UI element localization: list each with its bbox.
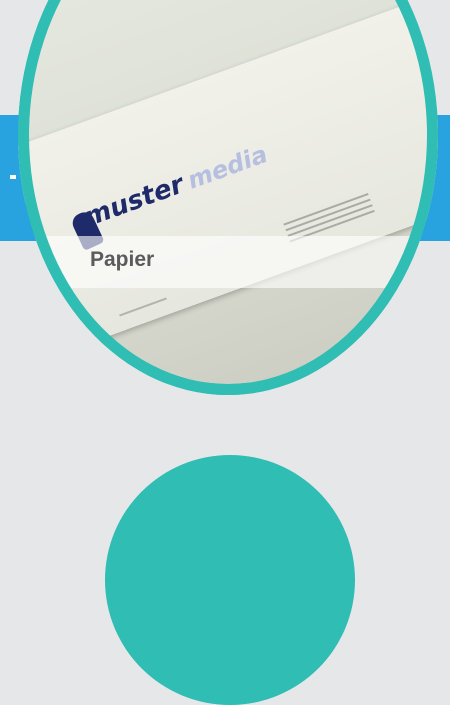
gallery-item-next[interactable]	[105, 455, 355, 705]
banner-mark	[10, 175, 16, 179]
gallery-item-papier[interactable]	[18, 0, 438, 395]
product-photo	[29, 0, 427, 384]
